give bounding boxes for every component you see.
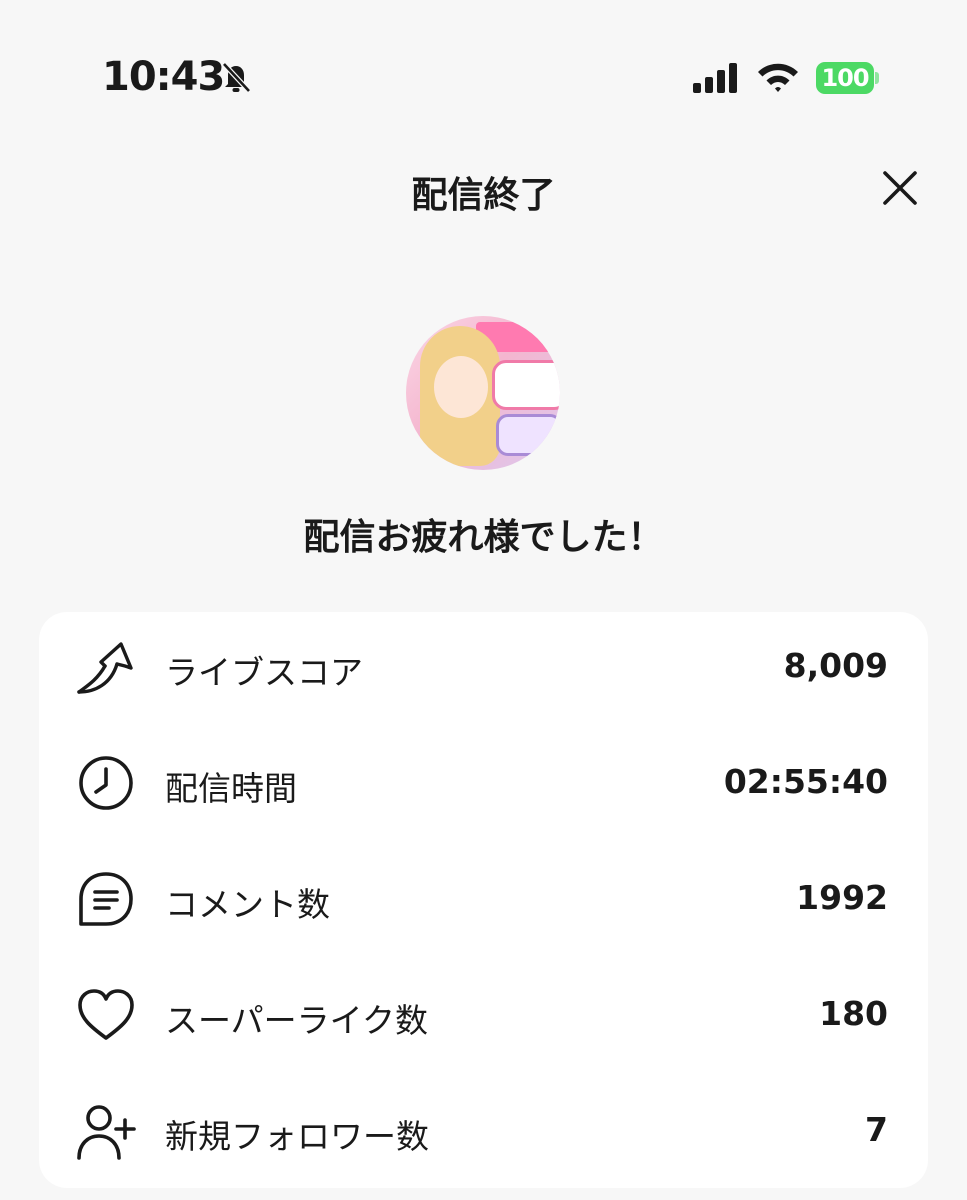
clock-icon (79, 756, 133, 810)
stat-label: 配信時間 (165, 769, 297, 808)
stat-label: スーパーライク数 (165, 1001, 429, 1040)
greeting-message: 配信お疲れ様でした！ (303, 517, 664, 558)
battery-icon: 100 (816, 62, 879, 94)
stat-row-comments: コメント数 1992 (39, 844, 928, 960)
comment-icon (79, 872, 133, 926)
avatar-sign-secondary (496, 414, 560, 456)
stat-label: コメント数 (165, 885, 330, 924)
avatar (406, 316, 560, 470)
stat-row-new-followers: 新規フォロワー数 7 (39, 1076, 928, 1192)
stat-value: 02:55:40 (723, 762, 888, 801)
score-arrow-icon (77, 642, 133, 694)
bell-slash-icon (222, 62, 251, 93)
stats-card: ライブスコア 8,009 配信時間 02:55:40 コメント数 1992 スー… (39, 612, 928, 1188)
stat-row-live-score: ライブスコア 8,009 (39, 612, 928, 728)
status-bar: 10:43 100 (0, 0, 967, 120)
wifi-icon (758, 63, 798, 92)
stat-value: 1992 (796, 878, 888, 917)
signal-icon (693, 63, 737, 93)
stat-row-stream-time: 配信時間 02:55:40 (39, 728, 928, 844)
close-icon[interactable] (878, 166, 922, 210)
stat-label: 新規フォロワー数 (165, 1117, 429, 1156)
avatar-face (434, 356, 488, 418)
stat-row-super-likes: スーパーライク数 180 (39, 960, 928, 1076)
battery-level: 100 (816, 62, 874, 94)
avatar-sign (492, 360, 560, 410)
stat-value: 7 (865, 1110, 888, 1149)
add-user-icon (77, 1105, 136, 1160)
page-title: 配信終了 (411, 175, 556, 216)
status-time: 10:43 (102, 54, 225, 100)
stat-label: ライブスコア (165, 653, 363, 692)
battery-tip (875, 72, 879, 84)
heart-icon (78, 989, 134, 1040)
stat-value: 8,009 (783, 646, 888, 685)
stat-value: 180 (819, 994, 888, 1033)
